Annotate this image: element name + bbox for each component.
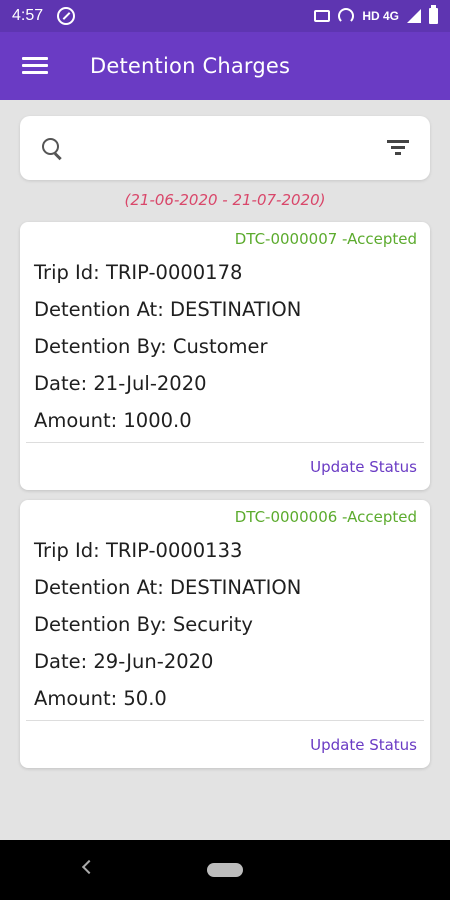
network-type: HD 4G — [362, 9, 399, 23]
vibrate-icon — [314, 10, 331, 22]
status-icons: HD 4G — [314, 5, 438, 24]
system-nav-bar — [0, 840, 450, 900]
update-status-button[interactable]: Update Status — [310, 458, 417, 476]
update-status-button[interactable]: Update Status — [310, 736, 417, 754]
status-badge: DTC-0000006 -Accepted — [234, 508, 417, 526]
filter-icon[interactable] — [386, 140, 410, 156]
blocked-icon — [57, 7, 76, 25]
detention-amount: Amount: 1000.0 — [34, 409, 192, 432]
hamburger-icon[interactable] — [22, 56, 48, 76]
date-range-label: (21-06-2020 - 21-07-2020) — [124, 191, 326, 209]
hotspot-icon — [338, 8, 355, 24]
detention-amount: Amount: 50.0 — [34, 687, 167, 710]
detention-card[interactable]: DTC-0000006 -Accepted Trip Id: TRIP-0000… — [20, 500, 430, 768]
trip-id: Trip Id: TRIP-0000178 — [34, 261, 243, 284]
search-bar — [20, 116, 430, 180]
signal-icon — [407, 9, 421, 23]
page-title: Detention Charges — [90, 54, 291, 78]
status-bar: 4:57 HD 4G — [0, 0, 450, 32]
detention-card[interactable]: DTC-0000007 -Accepted Trip Id: TRIP-0000… — [20, 222, 430, 490]
search-icon[interactable] — [40, 136, 64, 160]
trip-id: Trip Id: TRIP-0000133 — [34, 539, 243, 562]
search-input[interactable] — [76, 138, 386, 158]
detention-by: Detention By: Customer — [34, 335, 268, 358]
card-divider — [26, 442, 424, 443]
status-time: 4:57 — [12, 7, 44, 24]
app-bar: Detention Charges — [0, 32, 450, 100]
detention-at: Detention At: DESTINATION — [34, 576, 302, 599]
detention-date: Date: 29-Jun-2020 — [34, 650, 214, 673]
detention-by: Detention By: Security — [34, 613, 253, 636]
status-badge: DTC-0000007 -Accepted — [234, 230, 417, 248]
detention-at: Detention At: DESTINATION — [34, 298, 302, 321]
card-divider — [26, 720, 424, 721]
home-icon[interactable] — [207, 863, 243, 877]
back-icon[interactable] — [81, 859, 97, 875]
detention-date: Date: 21-Jul-2020 — [34, 372, 207, 395]
battery-icon — [429, 5, 438, 24]
